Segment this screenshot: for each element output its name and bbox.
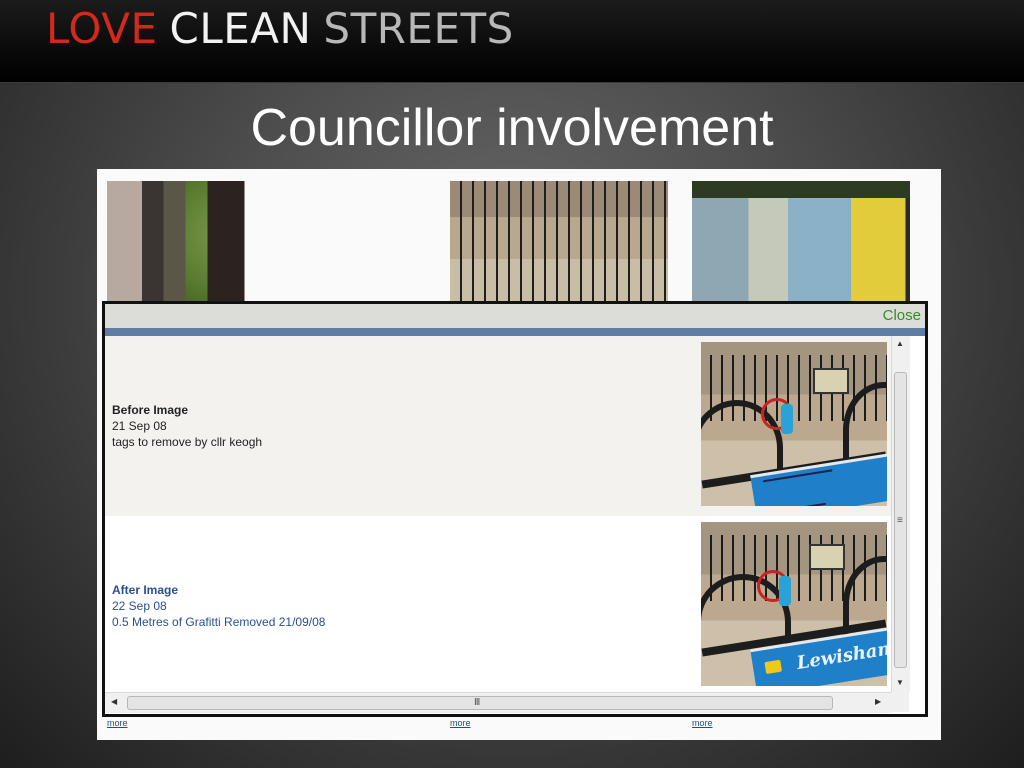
after-image-details: After Image 22 Sep 08 0.5 Metres of Graf… xyxy=(112,582,325,630)
gallery-photo-fence-greenery[interactable] xyxy=(107,181,325,301)
vertical-scrollbar[interactable]: ▲ ≡ ▼ xyxy=(891,336,910,692)
slide-title: Councillor involvement xyxy=(250,99,774,157)
love-clean-streets-logo: LOVE CLEAN STREETS xyxy=(46,4,514,53)
horizontal-grip-icon: III xyxy=(474,697,480,708)
after-image-heading: After Image xyxy=(112,583,179,597)
after-image-description: 0.5 Metres of Grafitti Removed 21/09/08 xyxy=(112,615,326,629)
scroll-up-arrow-icon[interactable]: ▲ xyxy=(896,339,904,348)
scroll-right-arrow-icon[interactable]: ▶ xyxy=(875,697,881,706)
modal-header: Close xyxy=(105,304,925,336)
close-button[interactable]: Close xyxy=(883,307,921,324)
scrollbar-corner xyxy=(891,692,909,712)
lewisham-sign-text: Lewisham xyxy=(795,637,887,674)
before-image-date: 21 Sep 08 xyxy=(112,419,167,433)
before-image-row: Before Image 21 Sep 08 tags to remove by… xyxy=(105,336,891,516)
gallery-photo-notice-board[interactable] xyxy=(692,181,910,301)
after-image-photo[interactable]: Lewisham xyxy=(701,522,887,686)
vertical-scroll-thumb[interactable]: ≡ xyxy=(894,372,907,668)
gallery-link-3[interactable]: more xyxy=(692,718,713,728)
logo-word-love: LOVE xyxy=(46,4,158,53)
logo-word-clean: CLEAN xyxy=(169,4,312,53)
logo-word-streets: STREETS xyxy=(323,4,514,53)
gallery-link-2[interactable]: more xyxy=(450,718,471,728)
report-detail-modal: Close Before Image 21 Sep 08 tags to rem… xyxy=(102,301,928,717)
graffiti-tag xyxy=(756,469,833,506)
before-image-heading: Before Image xyxy=(112,403,189,417)
lewisham-logo-icon xyxy=(764,659,783,675)
after-image-row: After Image 22 Sep 08 0.5 Metres of Graf… xyxy=(105,516,891,692)
banner: LOVE CLEAN STREETS xyxy=(0,0,1024,83)
gallery-photo-bike-racks[interactable] xyxy=(450,181,668,301)
gallery-link-1[interactable]: more xyxy=(107,718,128,728)
after-image-date: 22 Sep 08 xyxy=(112,599,167,613)
scroll-left-arrow-icon[interactable]: ◀ xyxy=(111,697,117,706)
horizontal-scrollbar[interactable]: ◀ III ▶ xyxy=(105,692,891,713)
vertical-grip-icon: ≡ xyxy=(897,515,903,526)
scroll-down-arrow-icon[interactable]: ▼ xyxy=(896,678,904,687)
before-image-photo[interactable] xyxy=(701,342,887,506)
before-image-details: Before Image 21 Sep 08 tags to remove by… xyxy=(112,402,262,450)
before-image-description: tags to remove by cllr keogh xyxy=(112,435,263,449)
horizontal-scroll-thumb[interactable]: III xyxy=(127,696,833,710)
